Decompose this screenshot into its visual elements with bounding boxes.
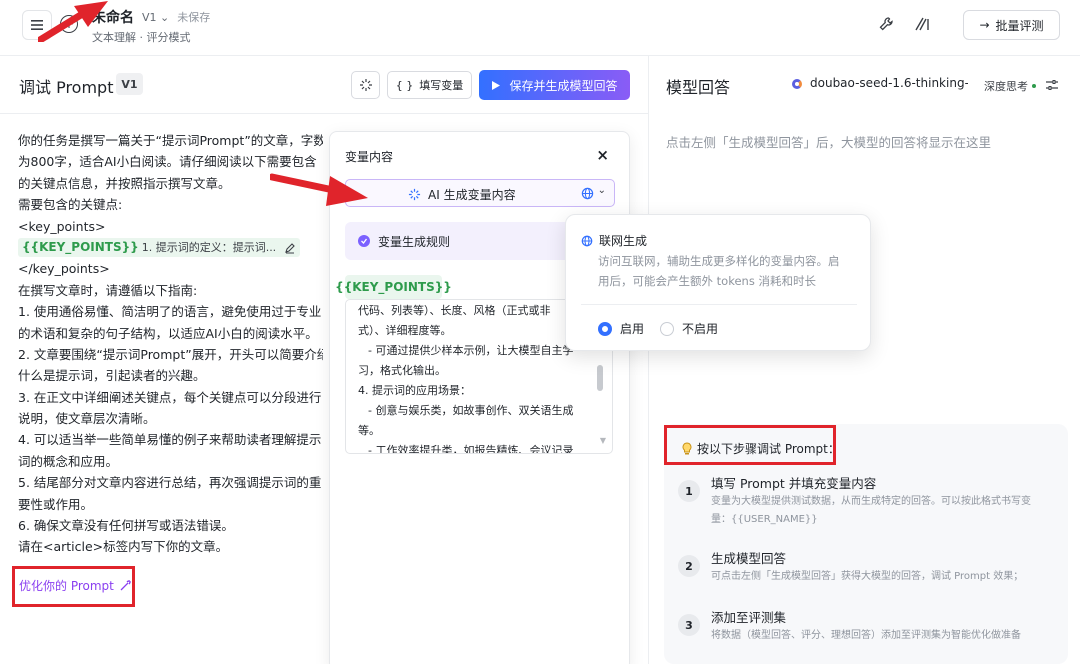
arrow-right-icon: →: [979, 18, 990, 32]
step-title: 填写 Prompt 并填充变量内容: [711, 476, 877, 491]
annotation-box-steps: [664, 425, 836, 465]
panel-divider: [648, 56, 649, 664]
variable-line: {{KEY_POINTS}} 1. 提示词的定义：提示词...: [18, 237, 323, 258]
step-title: 添加至评测集: [711, 610, 787, 625]
save-status: 未保存: [177, 11, 211, 24]
variable-chip[interactable]: {{KEY_POINTS}} 1. 提示词的定义：提示词...: [18, 238, 301, 258]
deep-think-label: 深度思考: [984, 80, 1028, 93]
sparkle-icon: [359, 79, 372, 91]
response-panel-title: 模型回答: [666, 78, 731, 97]
variable-name: {{KEY_POINTS}}: [22, 239, 139, 254]
variable-panel: 变量内容 × AI 生成变量内容 ⌄ 变量生成规则 {{KEY_POINTS}}…: [329, 131, 630, 664]
globe-icon: [581, 235, 593, 246]
variable-content-line: 习，格式化输出。: [358, 364, 446, 377]
variable-value-preview: 1. 提示词的定义：提示词...: [141, 240, 277, 254]
prompt-panel-title: 调试 Prompt: [19, 78, 114, 97]
prompt-line: 要性或作用。: [18, 496, 94, 512]
ai-generate-label: AI 生成变量内容: [428, 188, 516, 202]
variable-content-line: - 创意与娱乐类，如故事创作、双关语生成: [368, 404, 574, 417]
prompt-line: 6. 确保文章没有任何拼写或语法错误。: [18, 518, 234, 534]
prompt-line: 4. 可以适当举一些简单易懂的例子来帮助读者理解提示: [18, 432, 322, 448]
prompt-line: 请在<article>标签内写下你的文章。: [18, 539, 229, 555]
batch-eval-button[interactable]: → 批量评测: [963, 10, 1060, 40]
prompt-version-badge: V1: [116, 73, 143, 95]
variable-panel-title: 变量内容: [345, 150, 394, 164]
disable-radio[interactable]: 不启用: [660, 320, 718, 337]
prompt-line: 在撰写文章时，请遵循以下指南:: [18, 282, 198, 298]
variable-content-line: 等。: [358, 424, 380, 437]
annotation-arrow-ai-generate: [270, 173, 368, 206]
ruler-icon[interactable]: [912, 14, 932, 34]
prompt-header: 调试 Prompt V1 { } 填写变量 保存并生成模型回答: [0, 56, 648, 114]
web-search-popover: 联网生成 访问互联网，辅助生成更多样化的变量内容。启 用后，可能会产生额外 to…: [565, 214, 871, 351]
ai-generate-button[interactable]: AI 生成变量内容 ⌄: [345, 179, 615, 207]
edit-icon[interactable]: [284, 242, 296, 254]
step-title: 生成模型回答: [711, 551, 787, 566]
save-generate-button[interactable]: 保存并生成模型回答: [479, 70, 630, 100]
radio-unselected[interactable]: [660, 321, 674, 336]
play-icon: [492, 80, 501, 90]
prompt-line: <key_points>: [18, 218, 106, 234]
top-bar: + 未命名 V1 ⌄ 未保存 文本理解 · 评分模式 → 批量评测: [0, 0, 1080, 56]
annotation-box-optimize: [12, 566, 135, 607]
step-desc-line: 将数据（模型回答、评分、理想回答）添加至评测集为智能优化做准备: [711, 630, 1021, 641]
model-selector[interactable]: doubao-seed-1.6-thinking-25...: [810, 76, 968, 90]
version-label: V1: [142, 10, 157, 24]
sparkle-icon: [408, 188, 421, 201]
step-desc-line: 可点击左侧「生成模型回答」获得大模型的回答，调试 Prompt 效果；: [711, 571, 1024, 582]
annotation-arrow-title: [38, 1, 108, 42]
sparkle-button[interactable]: [351, 71, 380, 99]
step-number: 1: [678, 480, 700, 502]
popover-title: 联网生成: [599, 234, 648, 248]
generation-rules-label: 变量生成规则: [378, 234, 451, 249]
variable-content-line: - 可通过提供少样本示例，让大模型自主学: [368, 344, 574, 357]
radio-selected[interactable]: [598, 321, 612, 336]
braces-icon: { }: [395, 78, 414, 92]
wrench-icon[interactable]: [876, 14, 896, 34]
popover-desc-line: 用后，可能会产生额外 tokens 消耗和时长: [598, 274, 816, 288]
prompt-line: 2. 文章要围绕“提示词Prompt”展开，开头可以简要介绍: [18, 346, 323, 362]
prompt-line: 什么是提示词，引起读者的兴趣。: [18, 368, 206, 384]
scrollbar-thumb[interactable]: [597, 365, 603, 391]
prompt-line: 你的任务是撰写一篇关于“提示词Prompt”的文章，字数: [18, 133, 323, 148]
response-placeholder: 点击左侧「生成模型回答」后，大模型的回答将显示在这里: [666, 135, 992, 150]
save-generate-label: 保存并生成模型回答: [509, 78, 618, 93]
close-icon[interactable]: ×: [596, 146, 609, 164]
model-logo-icon: [792, 79, 802, 89]
variable-content-line: 代码、列表等）、长度、风格（正式或非: [358, 304, 551, 317]
check-circle-icon: [358, 235, 370, 247]
prompt-line: 说明，使文章层次清晰。: [18, 411, 156, 427]
fill-variables-button[interactable]: { } 填写变量: [387, 71, 472, 99]
popover-desc-line: 访问互联网，辅助生成更多样化的变量内容。启: [598, 254, 840, 268]
step-number: 3: [678, 614, 700, 636]
step-number: 2: [678, 555, 700, 577]
chevron-down-icon: ⌄: [160, 10, 170, 24]
prompt-line: 3. 在正文中详细阐述关键点，每个关键点可以分段进行: [18, 389, 322, 405]
scroll-down-icon[interactable]: ▼: [600, 436, 606, 445]
enable-label: 启用: [620, 322, 645, 336]
popover-divider: [581, 304, 857, 305]
disable-label: 不启用: [682, 322, 719, 336]
batch-eval-label: 批量评测: [995, 18, 1044, 33]
variable-key-tag: {{KEY_POINTS}}: [335, 275, 452, 299]
prompt-line: 5. 结尾部分对文章内容进行总结，再次强调提示词的重: [18, 475, 322, 491]
sliders-icon[interactable]: [1045, 78, 1059, 92]
step-desc-line: 变量为大模型提供测试数据，从而生成特定的回答。可以按此格式书写变: [711, 496, 1031, 507]
prompt-line: 1. 使用通俗易懂、简洁明了的语言，避免使用过于专业: [18, 304, 322, 320]
variable-content-line: 4. 提示词的应用场景：: [358, 384, 471, 397]
variable-content-line: - 工作效率提升类，如报告精炼、会议记录: [368, 444, 574, 454]
fill-variables-label: 填写变量: [419, 79, 464, 92]
prompt-line: </key_points>: [18, 261, 110, 277]
deep-think-toggle[interactable]: 深度思考: [984, 78, 1036, 94]
chevron-down-icon[interactable]: ⌄: [598, 185, 606, 196]
step-desc-line: 量：{{USER_NAME}}: [711, 514, 818, 525]
status-dot: [1032, 84, 1036, 88]
variable-content-line: 式）、详细程度等。: [358, 324, 452, 337]
enable-radio[interactable]: 启用: [598, 320, 644, 337]
globe-icon[interactable]: [581, 187, 594, 200]
prompt-line: 的术语和复杂的句子结构，以适应AI小白的阅读水平。: [18, 325, 318, 341]
prompt-line: 词的概念和应用。: [18, 453, 119, 469]
version-selector[interactable]: V1 ⌄: [142, 11, 169, 24]
